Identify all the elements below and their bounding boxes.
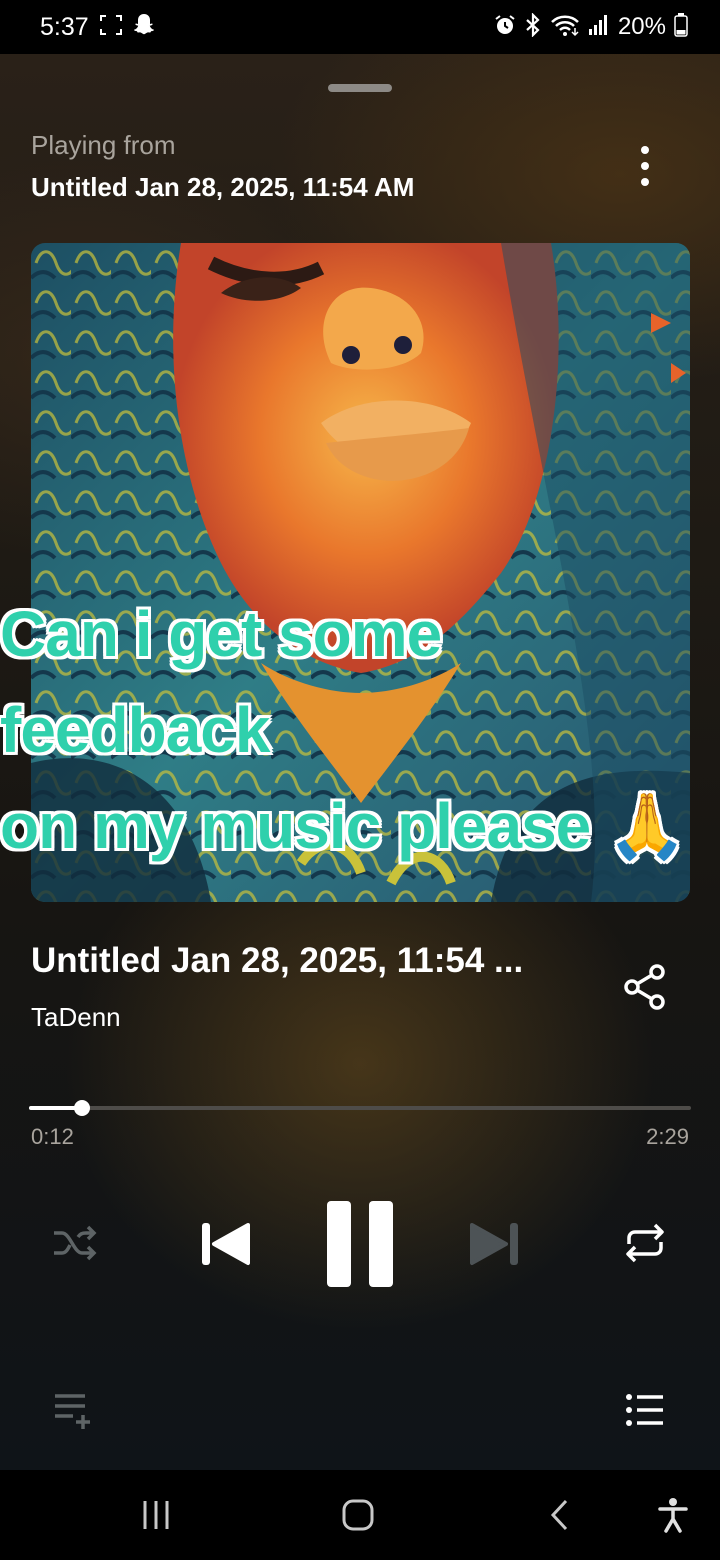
queue-list-icon [626,1394,663,1426]
playing-from-title[interactable]: Untitled Jan 28, 2025, 11:54 AM [31,172,414,203]
share-icon [624,964,665,1010]
shuffle-button[interactable] [50,1220,100,1266]
snapchat-icon [133,13,155,42]
screenshot-icon [99,14,123,41]
wifi-icon [550,13,580,42]
previous-button[interactable] [192,1214,256,1274]
track-title: Untitled Jan 28, 2025, 11:54 ... [31,941,524,980]
add-to-queue-icon [55,1394,90,1429]
next-icon [470,1223,518,1265]
bluetooth-icon [524,11,542,42]
battery-icon [674,12,688,42]
add-to-queue-button[interactable] [52,1390,98,1430]
time-total: 2:29 [646,1124,689,1149]
more-options-button[interactable] [625,142,665,190]
status-time: 5:37 [40,12,89,41]
now-playing-screen: Playing from Untitled Jan 28, 2025, 11:5… [0,54,720,1470]
progress-thumb[interactable] [74,1100,91,1116]
pause-button[interactable] [318,1194,402,1294]
home-icon [342,1499,374,1531]
repeat-button[interactable] [620,1220,670,1266]
signal-icon [588,14,610,41]
share-button[interactable] [620,962,670,1012]
previous-icon [202,1223,250,1265]
next-button[interactable] [464,1214,528,1274]
track-artist[interactable]: TaDenn [31,1002,121,1033]
back-button[interactable] [524,1470,596,1560]
back-icon [550,1499,568,1531]
status-bar: 5:37 20% [0,0,720,54]
battery-percentage: 20% [617,13,666,40]
shuffle-icon [54,1225,97,1261]
overlay-caption: Can i get some feedback on my music plea… [0,598,687,862]
drag-handle[interactable] [328,84,392,92]
progress-bar[interactable] [29,1100,691,1116]
accessibility-button[interactable] [640,1470,706,1560]
queue-list-button[interactable] [622,1390,668,1430]
recent-apps-icon [143,1501,169,1529]
pause-icon [327,1201,393,1287]
more-vertical-icon [641,146,649,186]
accessibility-icon [658,1498,688,1533]
time-elapsed: 0:12 [31,1124,74,1149]
repeat-icon [626,1223,664,1263]
alarm-icon [494,14,516,41]
playing-from-label: Playing from [31,130,176,160]
system-nav-bar [0,1470,720,1560]
home-button[interactable] [322,1470,394,1560]
recent-apps-button[interactable] [120,1470,192,1560]
